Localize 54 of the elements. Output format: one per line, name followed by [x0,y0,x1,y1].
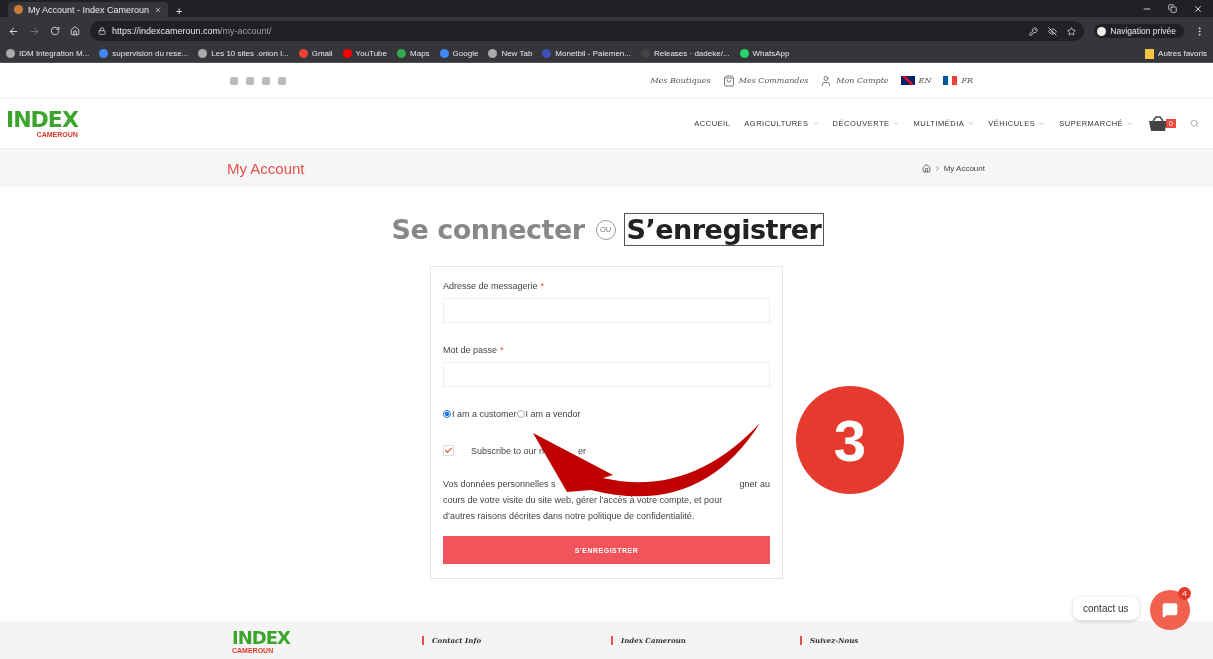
register-tab[interactable]: S’enregistrer [623,213,825,246]
user-icon [820,74,833,87]
top-link[interactable]: Mon Compte [820,74,889,87]
close-icon[interactable] [154,5,162,14]
bookmark[interactable]: WhatsApp [739,49,790,58]
back-icon[interactable] [8,25,19,37]
role-radio[interactable]: I am a customer [443,409,517,419]
privacy-text: cours de votre visite du site web, gérer l’accès à votre compte, et pour d’autres raisons décrites dans notre politique de confidentialité. [443,494,724,523]
eye-off-icon[interactable] [1048,26,1058,36]
address-bar[interactable]: https://indexcameroun.com/my-account/ [90,21,1085,41]
breadcrumb-current: My Account [943,163,985,173]
newsletter-label: er [578,445,587,456]
role-radio[interactable]: I am a vendor [516,409,581,419]
bag-icon [722,74,735,87]
contact-us-button[interactable]: contact us [1073,597,1139,620]
newsletter-label: Subscribe to our n [471,445,545,456]
bookmark[interactable]: Gmail [298,49,333,58]
browser-tab[interactable]: My Account - Index Cameroun [8,2,168,17]
bookmark[interactable]: supervision du rese... [99,49,189,58]
login-tab[interactable]: Se connecter [388,213,588,246]
restore-icon[interactable] [1168,3,1177,13]
privacy-text: gner au [739,478,770,491]
required-mark: * [500,345,504,355]
top-link[interactable]: Mes Boutiques [650,76,711,85]
new-tab-button[interactable]: + [176,6,183,17]
bookmark[interactable]: Google [439,49,479,58]
field-label: Mot de passe [443,345,498,355]
privacy-text: Vos données personnelles s [443,478,556,491]
bookmark[interactable]: Maps [397,49,430,58]
field-label: Adresse de messagerie [443,281,538,291]
required-mark: * [540,281,545,291]
bookmark[interactable]: IDM Integration M... [6,49,90,58]
lock-icon [98,27,106,35]
language-link[interactable]: EN [900,76,932,85]
reload-icon[interactable] [50,26,60,36]
bookmark[interactable]: YouTube [342,49,387,58]
bookmark[interactable]: New Tab [488,49,533,58]
bookmark[interactable]: Releases · dadeke/... [640,49,730,58]
close-icon[interactable] [1193,3,1203,14]
notification-badge: 4 [1178,587,1191,600]
forward-icon[interactable] [29,25,40,37]
star-icon[interactable] [1067,26,1077,36]
chat-icon [1162,602,1178,618]
newsletter-checkbox[interactable] [443,445,454,456]
step-badge: 3 [796,386,904,494]
bookmark[interactable]: Monetbil - Paiemen... [542,49,631,58]
page-title: My Account [227,159,305,177]
home-icon[interactable] [921,163,931,173]
chevron-right-icon [933,164,941,172]
bookmark[interactable]: Les 10 sites .onion l... [198,49,289,58]
bookmarks-folder[interactable]: Autres favoris [1145,48,1207,59]
radio-icon[interactable] [443,410,451,418]
top-link[interactable]: Mes Commandes [722,74,809,87]
profile-button[interactable]: Navigation privée [1094,24,1184,38]
